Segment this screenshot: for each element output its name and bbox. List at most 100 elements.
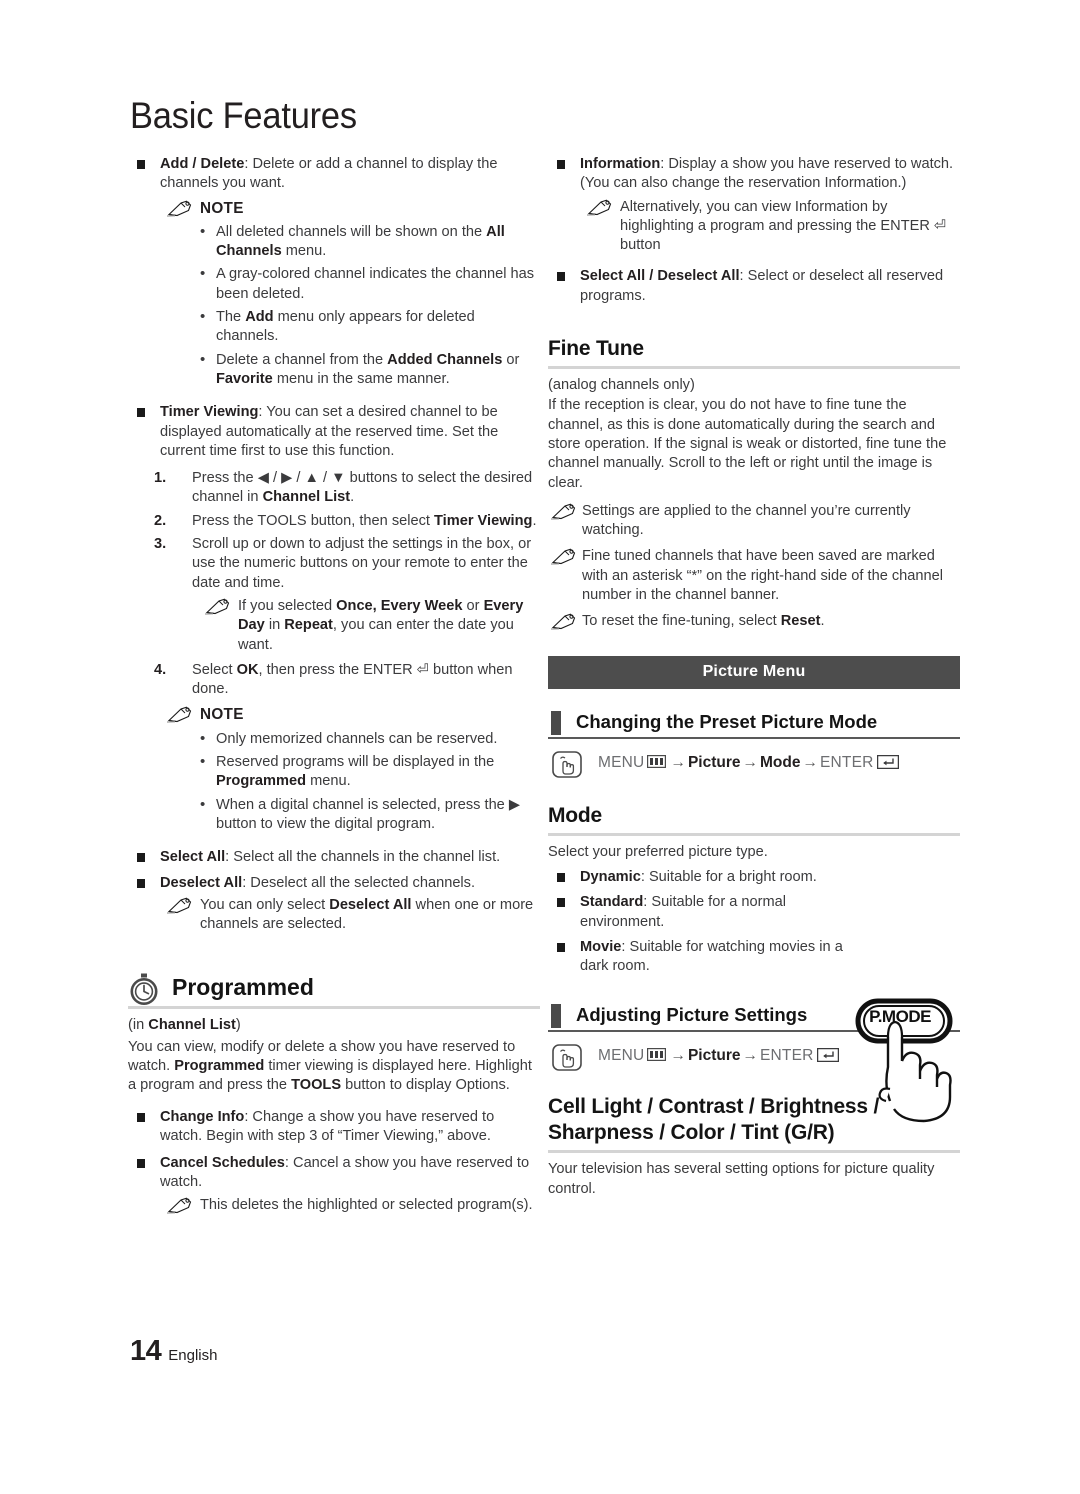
page-number: 14 (130, 1335, 162, 1367)
list-item-deselect-all: Deselect All: Deselect all the selected … (128, 874, 540, 893)
enter-label: ENTER (819, 753, 874, 771)
list-item: Only memorized channels can be reserved. (194, 729, 540, 749)
pencil-icon (166, 200, 192, 217)
list-item-dynamic: Dynamic: Suitable for a bright room. (548, 868, 848, 887)
list-item-add-delete: Add / Delete: Delete or add a channel to… (128, 155, 540, 194)
note-text: Alternatively, you can view Information … (620, 198, 947, 254)
menu-label: MENU (598, 1047, 645, 1065)
pencil-icon (166, 706, 192, 724)
note-heading-timer: NOTE (154, 705, 540, 725)
step-post: . (350, 489, 355, 506)
note-text: Reserved programs will be displayed in t… (216, 754, 495, 771)
heading-rule (548, 832, 960, 836)
note-text: Only memorized channels can be reserved. (216, 730, 498, 747)
page-language: English (168, 1347, 218, 1364)
pencil-icon (550, 503, 576, 520)
text-deselect-all: : Deselect all the selected channels. (242, 874, 476, 891)
note-bold: Reset (780, 613, 821, 630)
cell-light-body: Your television has several setting opti… (548, 1161, 935, 1197)
list-item: All deleted channels will be shown on th… (194, 222, 540, 262)
text-select-all: : Select all the channels in the channel… (225, 849, 501, 866)
enter-key-icon (876, 751, 899, 769)
step-text: Select (192, 661, 237, 678)
note-bold: Deselect All (329, 896, 412, 913)
note-post: menu. (306, 773, 351, 790)
section-rule (548, 736, 960, 739)
note-text-post: menu in the same manner. (272, 370, 450, 387)
heading-rule (548, 1150, 960, 1154)
note-list-add-delete: All deleted channels will be shown on th… (194, 222, 540, 390)
note-mid: or (462, 597, 484, 614)
pencil-icon (166, 1197, 192, 1214)
note-step3: If you selected Once, Every Week or Ever… (192, 597, 540, 655)
programmed-subtitle: (in Channel List) (128, 1016, 540, 1035)
term-standard: Standard (580, 894, 644, 911)
note-bold: Added Channels (387, 351, 503, 368)
note-information: Alternatively, you can view Information … (574, 198, 960, 256)
note-text: If you selected (238, 597, 337, 614)
note-heading-add-delete: NOTE (154, 199, 540, 219)
note-fine-tune-3: To reset the fine-tuning, select Reset. (548, 612, 960, 631)
body-bold-2: TOOLS (291, 1077, 342, 1094)
heading-text: Programmed (172, 974, 314, 1001)
menu-path-changing-preset: MENU → Picture → Mode → ENTER (548, 749, 960, 779)
term-timer-viewing: Timer Viewing (160, 404, 259, 421)
note-label: NOTE (200, 706, 244, 724)
text-dynamic: : Suitable for a bright room. (640, 868, 817, 885)
note-bold: Programmed (216, 773, 307, 790)
note-cancel-schedules: This deletes the highlighted or selected… (154, 1196, 540, 1215)
list-item: When a digital channel is selected, pres… (194, 795, 540, 835)
menu-grid-icon (647, 750, 667, 768)
fine-tune-subtitle: (analog channels only) (548, 377, 695, 394)
step-bold: OK (236, 661, 259, 678)
section-heading-fine-tune: Fine Tune (548, 337, 644, 361)
step-number: 1. (154, 470, 167, 487)
note-post: . (820, 613, 825, 630)
term-select-deselect-all: Select All / Deselect All (580, 268, 740, 285)
arrow-icon: → (670, 1047, 686, 1065)
step-number: 4. (154, 661, 167, 678)
hand-press-icon (552, 1044, 582, 1072)
subtitle-post: ) (235, 1017, 241, 1034)
pencil-icon (550, 613, 576, 630)
step-number: 2. (154, 512, 167, 529)
note-text: When a digital channel is selected, pres… (216, 796, 521, 832)
note-label: NOTE (200, 199, 244, 217)
term-cancel-schedules: Cancel Schedules (160, 1155, 285, 1172)
note-mid: or (502, 351, 520, 368)
right-column: Information: Display a show you have res… (548, 155, 960, 1199)
note-bold: Once, Every Week (336, 597, 463, 614)
list-item-information: Information: Display a show you have res… (548, 155, 960, 194)
list-item-standard: Standard: Suitable for a normal environm… (548, 893, 848, 932)
menu-path-adjusting-picture: MENU → Picture → ENTER (548, 1042, 960, 1072)
subtitle-bold: Channel List (148, 1017, 236, 1034)
note-text: Fine tuned channels that have been saved… (582, 548, 943, 604)
arrow-icon: → (670, 753, 686, 771)
list-item: A gray-colored channel indicates the cha… (194, 264, 540, 304)
enter-label: ENTER (760, 1047, 814, 1065)
heading-rule (128, 1006, 540, 1010)
pencil-icon (586, 199, 612, 216)
note-fine-tune-2: Fine tuned channels that have been saved… (548, 547, 960, 605)
left-column: Add / Delete: Delete or add a channel to… (128, 155, 540, 1217)
list-item: The Add menu only appears for deleted ch… (194, 307, 540, 347)
pencil-icon (204, 598, 230, 615)
step-item: 2. Press the TOOLS button, then select Ti… (154, 512, 540, 531)
list-item-select-all: Select All: Select all the channels in t… (128, 848, 540, 867)
note-text: This deletes the highlighted or selected… (200, 1196, 533, 1213)
body-3: button to display Options. (341, 1077, 510, 1094)
path-item-picture: Picture (687, 1047, 741, 1065)
step-bold: Channel List (262, 489, 351, 506)
arrow-icon: → (742, 1047, 759, 1065)
page-title: Basic Features (130, 95, 357, 136)
body-bold-1: Programmed (174, 1057, 265, 1074)
term-movie: Movie (580, 938, 622, 955)
clock-icon (130, 973, 158, 1006)
note-text: To reset the fine-tuning, select (582, 613, 781, 630)
step-item: 4. Select OK, then press the ENTER ⏎ butt… (154, 661, 540, 700)
menu-grid-icon (647, 1043, 667, 1062)
list-item: Delete a channel from the Added Channels… (194, 350, 540, 390)
list-item-change-info: Change Info: Change a show you have rese… (128, 1108, 540, 1147)
section-heading-adjusting-picture: Adjusting Picture Settings (548, 1002, 960, 1029)
note-bold2: Favorite (216, 370, 273, 387)
